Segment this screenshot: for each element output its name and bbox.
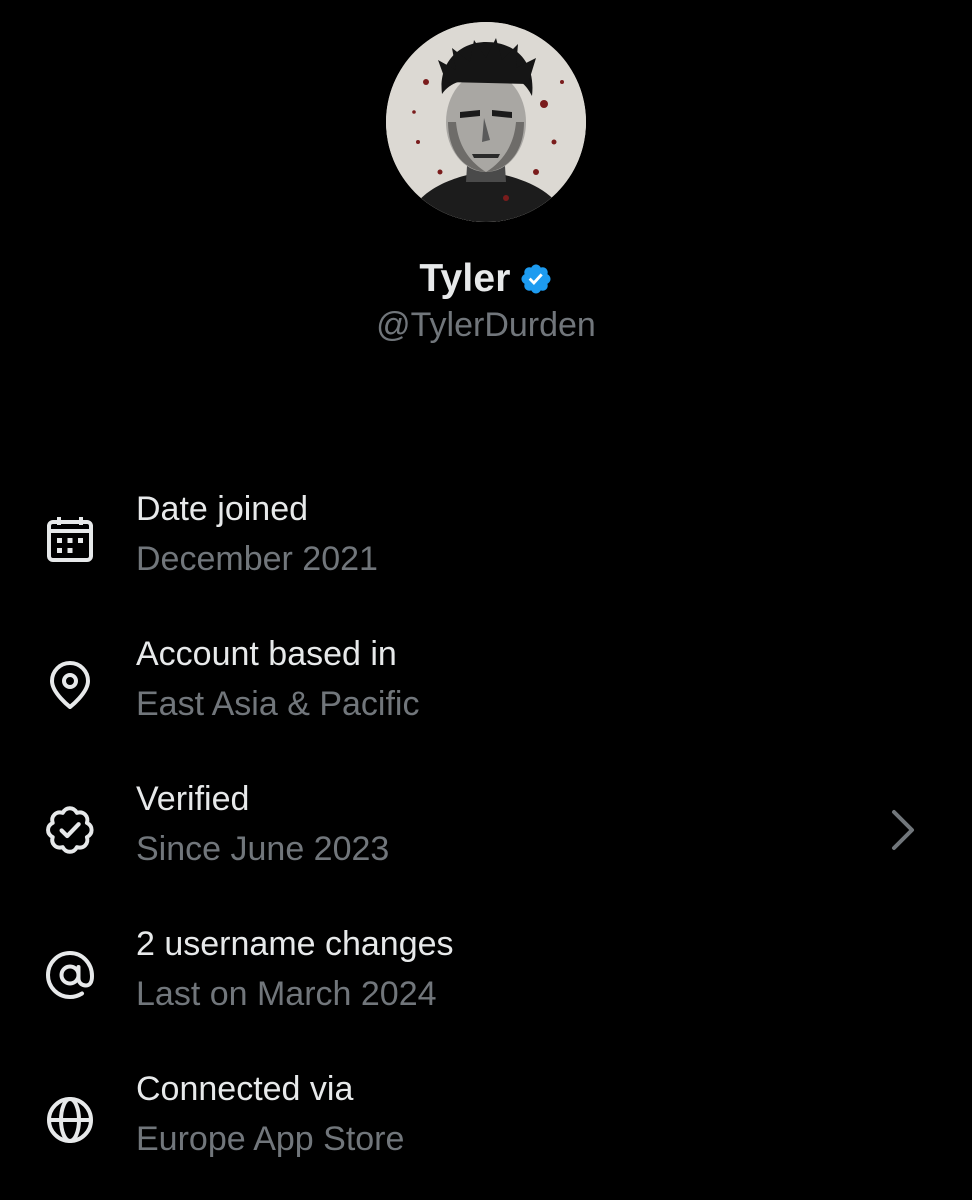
profile-header: Tyler @TylerDurden xyxy=(0,0,972,420)
info-value: Europe App Store xyxy=(136,1120,405,1158)
verified-outline-icon xyxy=(42,802,98,858)
verified-badge-icon[interactable] xyxy=(519,262,553,296)
chevron-right-icon[interactable] xyxy=(884,806,924,854)
info-title: Verified xyxy=(136,780,250,818)
info-row-account-based-in: Account based in East Asia & Pacific xyxy=(0,615,972,760)
info-title: Date joined xyxy=(136,490,309,528)
at-sign-icon xyxy=(42,947,98,1003)
info-value: Since June 2023 xyxy=(136,830,390,868)
name-row: Tyler xyxy=(0,252,972,306)
location-pin-icon xyxy=(42,657,98,713)
info-title: Account based in xyxy=(136,635,397,673)
display-name: Tyler xyxy=(419,257,511,300)
info-row-verified[interactable]: Verified Since June 2023 xyxy=(0,760,972,905)
info-value: December 2021 xyxy=(136,540,378,578)
info-row-connected-via: Connected via Europe App Store xyxy=(0,1050,972,1195)
account-info-list: Date joined December 2021 Account based … xyxy=(0,470,972,1195)
info-row-username-changes: 2 username changes Last on March 2024 xyxy=(0,905,972,1050)
info-title: Connected via xyxy=(136,1070,354,1108)
globe-icon xyxy=(42,1092,98,1148)
info-row-date-joined: Date joined December 2021 xyxy=(0,470,972,615)
info-value: Last on March 2024 xyxy=(136,975,437,1013)
info-value: East Asia & Pacific xyxy=(136,685,420,723)
username-handle: @TylerDurden xyxy=(376,306,596,344)
profile-avatar[interactable] xyxy=(386,22,586,222)
info-title: 2 username changes xyxy=(136,925,454,963)
calendar-icon xyxy=(42,512,98,568)
